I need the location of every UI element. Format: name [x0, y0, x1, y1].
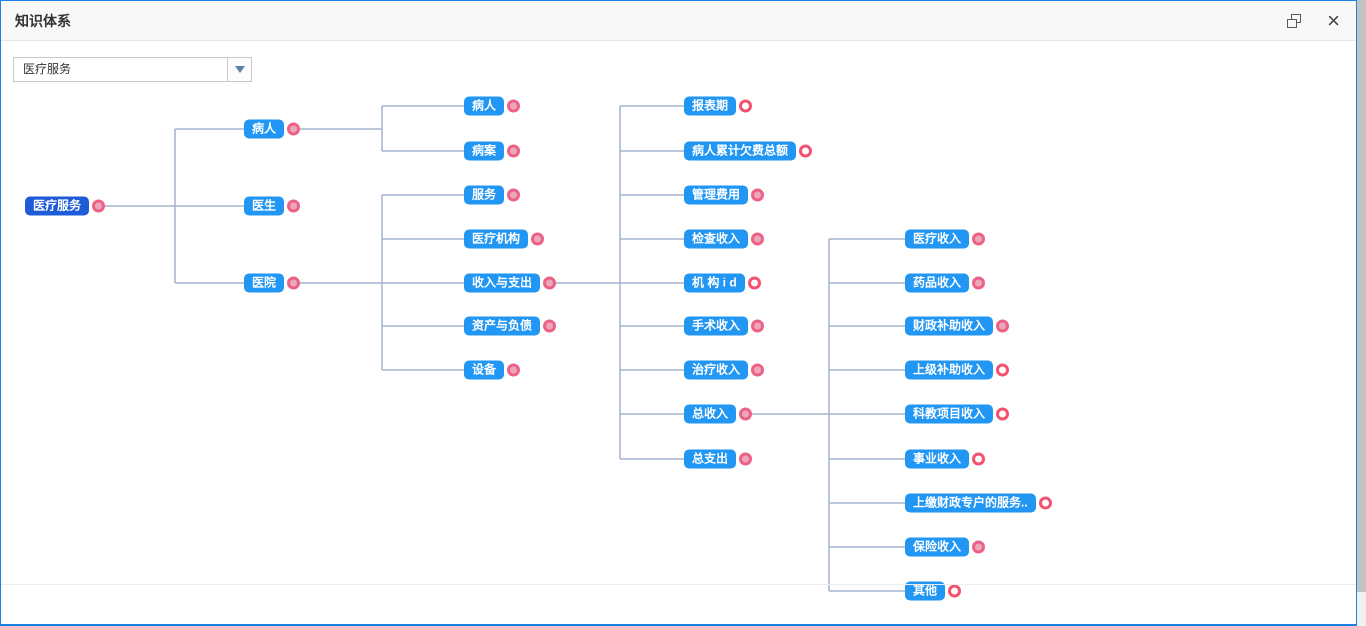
footer-divider [1, 584, 1356, 585]
node-toggle-dot[interactable] [507, 100, 520, 113]
window-controls: × [1287, 14, 1340, 28]
node-toggle-dot[interactable] [543, 320, 556, 333]
knowledge-base-select[interactable]: 医疗服务 [13, 57, 252, 82]
tree-canvas: 医疗服务病人医生医院病人病案服务医疗机构收入与支出资产与负债设备报表期病人累计欠… [1, 1, 1357, 626]
tree-node[interactable]: 病案 [464, 142, 504, 161]
window-title: 知识体系 [15, 11, 71, 31]
tree-node[interactable]: 设备 [464, 361, 504, 380]
node-toggle-dot[interactable] [751, 233, 764, 246]
node-toggle-dot[interactable] [996, 408, 1009, 421]
scrollbar-thumb[interactable] [1357, 0, 1366, 592]
node-toggle-dot[interactable] [287, 200, 300, 213]
node-toggle-dot[interactable] [996, 364, 1009, 377]
tree-node[interactable]: 管理费用 [684, 186, 748, 205]
node-toggle-dot[interactable] [972, 541, 985, 554]
tree-node[interactable]: 病人累计欠费总额 [684, 142, 796, 161]
titlebar: 知识体系 × [1, 1, 1356, 41]
chevron-down-icon [235, 66, 245, 73]
node-toggle-dot[interactable] [799, 145, 812, 158]
tree-node[interactable]: 科教项目收入 [905, 405, 993, 424]
tree-node[interactable]: 手术收入 [684, 317, 748, 336]
tree-node[interactable]: 上级补助收入 [905, 361, 993, 380]
tree-node[interactable]: 事业收入 [905, 450, 969, 469]
node-toggle-dot[interactable] [948, 585, 961, 598]
tree-node[interactable]: 药品收入 [905, 274, 969, 293]
node-toggle-dot[interactable] [543, 277, 556, 290]
tree-node[interactable]: 检查收入 [684, 230, 748, 249]
tree-node[interactable]: 资产与负债 [464, 317, 540, 336]
node-toggle-dot[interactable] [287, 123, 300, 136]
tree-node[interactable]: 医疗机构 [464, 230, 528, 249]
node-toggle-dot[interactable] [531, 233, 544, 246]
vertical-scrollbar[interactable] [1357, 0, 1366, 626]
node-toggle-dot[interactable] [507, 145, 520, 158]
tree-connector-lines [1, 1, 1357, 626]
tree-node[interactable]: 治疗收入 [684, 361, 748, 380]
restore-front-square [1287, 19, 1297, 28]
node-toggle-dot[interactable] [92, 200, 105, 213]
tree-node[interactable]: 服务 [464, 186, 504, 205]
node-toggle-dot[interactable] [751, 364, 764, 377]
dropdown-arrow-button[interactable] [227, 58, 251, 81]
restore-window-icon[interactable] [1287, 14, 1301, 28]
node-toggle-dot[interactable] [996, 320, 1009, 333]
node-toggle-dot[interactable] [739, 100, 752, 113]
node-toggle-dot[interactable] [739, 453, 752, 466]
node-toggle-dot[interactable] [748, 277, 761, 290]
tree-node[interactable]: 机 构 i d [684, 274, 745, 293]
node-toggle-dot[interactable] [972, 453, 985, 466]
select-value: 医疗服务 [14, 58, 227, 81]
node-toggle-dot[interactable] [751, 189, 764, 202]
node-toggle-dot[interactable] [739, 408, 752, 421]
node-toggle-dot[interactable] [972, 277, 985, 290]
node-toggle-dot[interactable] [507, 189, 520, 202]
tree-node[interactable]: 总支出 [684, 450, 736, 469]
tree-node[interactable]: 医疗收入 [905, 230, 969, 249]
tree-node[interactable]: 病人 [464, 97, 504, 116]
tree-node[interactable]: 财政补助收入 [905, 317, 993, 336]
node-toggle-dot[interactable] [507, 364, 520, 377]
tree-node[interactable]: 医疗服务 [25, 197, 89, 216]
tree-node[interactable]: 上缴财政专户的服务.. [905, 494, 1036, 513]
knowledge-system-window: 医疗服务病人医生医院病人病案服务医疗机构收入与支出资产与负债设备报表期病人累计欠… [0, 0, 1357, 626]
tree-node[interactable]: 医院 [244, 274, 284, 293]
tree-node[interactable]: 总收入 [684, 405, 736, 424]
tree-node[interactable]: 医生 [244, 197, 284, 216]
close-icon[interactable]: × [1327, 14, 1340, 28]
tree-node[interactable]: 报表期 [684, 97, 736, 116]
node-toggle-dot[interactable] [1039, 497, 1052, 510]
node-toggle-dot[interactable] [751, 320, 764, 333]
tree-node[interactable]: 病人 [244, 120, 284, 139]
node-toggle-dot[interactable] [287, 277, 300, 290]
tree-node[interactable]: 收入与支出 [464, 274, 540, 293]
node-toggle-dot[interactable] [972, 233, 985, 246]
tree-node[interactable]: 保险收入 [905, 538, 969, 557]
